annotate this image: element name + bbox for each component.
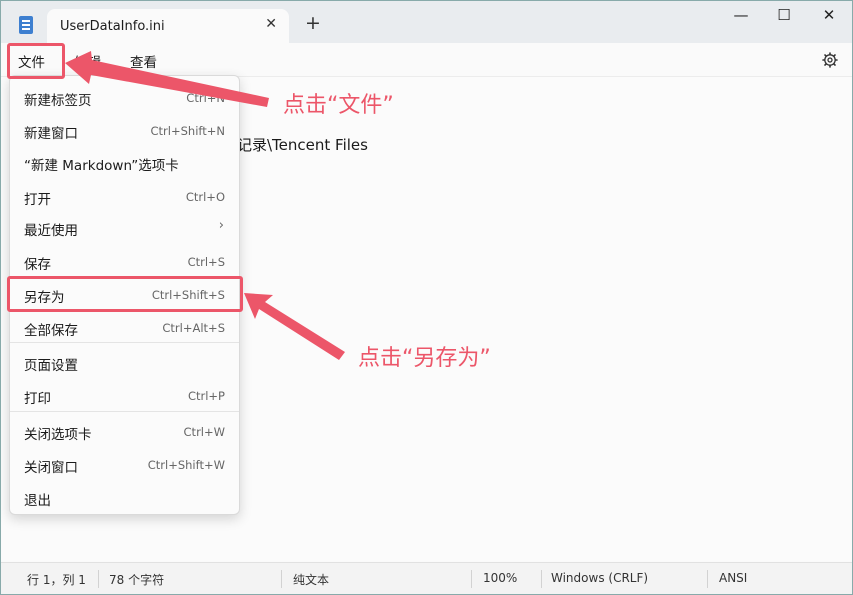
annotation-arrows	[65, 51, 345, 360]
arrow-to-file-menu	[65, 51, 269, 107]
annotation-click-save-as: 点击“另存为”	[358, 346, 491, 371]
arrow-to-save-as	[244, 293, 345, 360]
annotation-click-file: 点击“文件”	[283, 93, 394, 118]
notepad-window: UserDataInfo.ini ✕ + — ☐ ✕ 文件 编辑 查看 记录\T…	[0, 0, 853, 595]
